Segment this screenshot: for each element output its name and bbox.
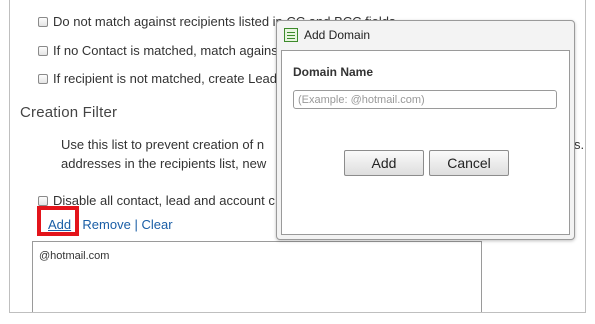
checkbox-cc-bcc[interactable] (38, 16, 48, 27)
link-separator: | (134, 217, 138, 232)
creation-filter-title: Creation Filter (20, 104, 118, 121)
dialog-add-button[interactable]: Add (344, 150, 424, 176)
option-row-create-lead: If recipient is not matched, create Lead (38, 71, 277, 86)
add-link-highlight (37, 206, 79, 236)
checkbox-match-leads[interactable] (38, 45, 48, 56)
domain-name-label: Domain Name (293, 65, 374, 79)
checkbox-create-lead[interactable] (38, 73, 48, 84)
creation-filter-description-tail: s. (574, 137, 585, 152)
remove-link[interactable]: Remove (82, 217, 130, 232)
checkbox-disable-creation[interactable] (38, 195, 48, 206)
option-label-create-lead: If recipient is not matched, create Lead (53, 71, 278, 86)
domain-list[interactable]: @hotmail.com (32, 241, 482, 312)
add-domain-dialog: Add Domain Domain Name Add Cancel (276, 20, 575, 240)
clear-link[interactable]: Clear (141, 217, 172, 232)
domain-name-input[interactable] (293, 90, 557, 109)
creation-filter-description-line1: Use this list to prevent creation of n (61, 137, 265, 152)
dialog-titlebar[interactable]: Add Domain (277, 21, 574, 49)
option-label-disable-creation: Disable all contact, lead and account c (53, 193, 275, 208)
dialog-cancel-button[interactable]: Cancel (429, 150, 509, 176)
dialog-body: Domain Name Add Cancel (281, 50, 570, 235)
domain-list-item[interactable]: @hotmail.com (39, 250, 109, 262)
dialog-title: Add Domain (304, 28, 371, 42)
creation-filter-description-line2: addresses in the recipients list, new (61, 156, 267, 171)
form-icon (284, 28, 298, 42)
